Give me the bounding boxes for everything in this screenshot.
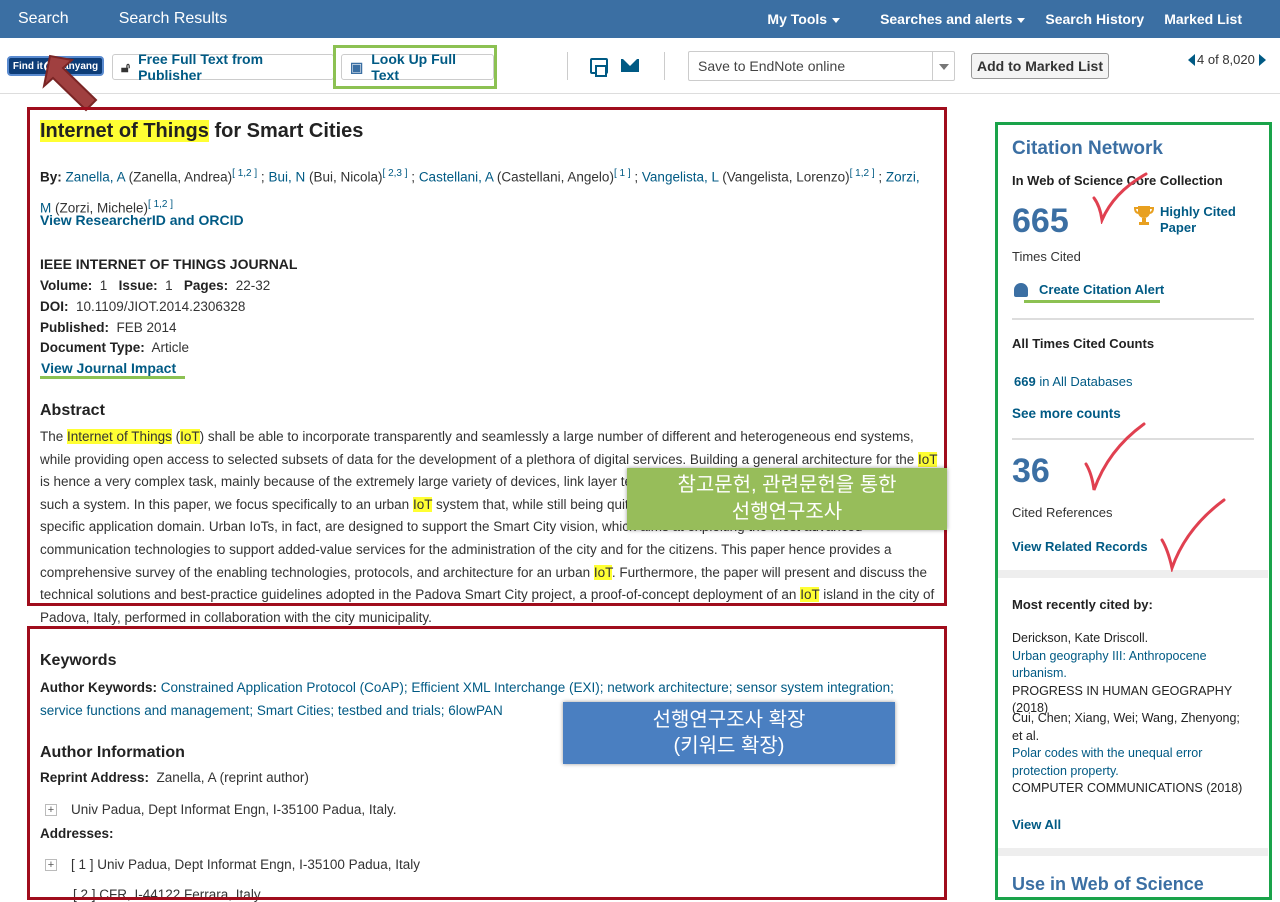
checkmark-icon — [1084, 422, 1146, 491]
toolbar-divider — [664, 52, 665, 80]
nav-my-tools-label: My Tools — [767, 11, 828, 27]
cited-references-label: Cited References — [1012, 505, 1113, 520]
all-databases-label: in All Databases — [1035, 374, 1133, 389]
top-navigation-bar: Search Search Results My Tools Searches … — [0, 0, 1280, 38]
create-alert-label: Create Citation Alert — [1039, 282, 1165, 297]
view-related-records-link[interactable]: View Related Records — [1012, 539, 1148, 554]
look-up-full-text-button[interactable]: ▣ Look Up Full Text — [341, 51, 494, 83]
record-pager: 4 of 8,020 — [1188, 52, 1266, 67]
citing-2-source: COMPUTER COMMUNICATIONS (2018) — [1012, 781, 1243, 795]
print-icon[interactable] — [590, 58, 608, 77]
most-recently-cited-heading: Most recently cited by: — [1012, 597, 1153, 612]
chevron-down-icon — [832, 17, 841, 23]
open-access-lock-icon: 🔓︎ — [121, 58, 131, 75]
checkmark-icon — [1160, 498, 1226, 572]
citing-1-authors: Derickson, Kate Driscoll. — [1012, 631, 1149, 645]
create-citation-alert-link[interactable]: Create Citation Alert — [1014, 282, 1164, 297]
view-all-link[interactable]: View All — [1012, 817, 1061, 832]
highly-cited-label: Highly Cited Paper — [1160, 204, 1236, 235]
cited-references-count[interactable]: 36 — [1012, 452, 1050, 491]
all-databases-link[interactable]: 669 in All Databases — [1014, 374, 1133, 389]
citing-article-1: Derickson, Kate Driscoll. Urban geograph… — [1012, 630, 1252, 718]
next-record-icon[interactable] — [1258, 53, 1266, 66]
toolbar-divider — [567, 52, 568, 80]
record-toolbar: Find it Hanyang 🔓︎ Free Full Text from P… — [0, 38, 1280, 94]
all-databases-count: 669 — [1014, 374, 1036, 389]
all-times-cited-heading: All Times Cited Counts — [1012, 336, 1155, 351]
checkmark-icon — [1092, 172, 1148, 224]
annotation-note-related-research: 참고문헌, 관련문헌을 통한 선행연구조사 — [627, 468, 947, 530]
nav-search[interactable]: Search — [18, 10, 69, 28]
lookup-icon: ▣ — [350, 58, 364, 75]
nav-right: My Tools Searches and alerts Search Hist… — [727, 0, 1242, 38]
note-line: 선행연구조사 확장 — [652, 709, 806, 731]
citing-article-2: Cui, Chen; Xiang, Wei; Wang, Zhenyong; e… — [1012, 710, 1252, 798]
nav-searches-alerts-label: Searches and alerts — [880, 11, 1013, 27]
citing-2-authors: Cui, Chen; Xiang, Wei; Wang, Zhenyong; e… — [1012, 711, 1240, 743]
citation-network-title: Citation Network — [1012, 138, 1163, 159]
nav-search-results[interactable]: Search Results — [119, 10, 228, 28]
note-line: 참고문헌, 관련문헌을 통한 — [677, 474, 897, 496]
nav-marked-list[interactable]: Marked List — [1164, 11, 1242, 27]
endnote-selected-value: Save to EndNote online — [698, 58, 846, 74]
annotation-green-underline — [1024, 300, 1160, 303]
nav-search-history[interactable]: Search History — [1045, 11, 1144, 27]
previous-record-icon[interactable] — [1188, 53, 1195, 66]
free-full-text-button[interactable]: 🔓︎ Free Full Text from Publisher — [112, 51, 334, 83]
divider — [1012, 318, 1254, 320]
pager-current: 4 — [1197, 52, 1205, 67]
chevron-down-icon — [1017, 17, 1026, 23]
section-separator — [998, 848, 1268, 856]
annotation-arrow-icon — [42, 54, 98, 112]
save-to-endnote-select[interactable]: Save to EndNote online — [688, 51, 955, 81]
pager-of: of — [1207, 52, 1219, 67]
note-line: (키워드 확장) — [673, 735, 785, 757]
citing-1-title-link[interactable]: Urban geography III: Anthropocene urbani… — [1012, 649, 1207, 681]
chevron-down-icon[interactable] — [932, 52, 954, 80]
nav-searches-alerts[interactable]: Searches and alerts — [860, 11, 1026, 27]
note-line: 선행연구조사 — [731, 501, 843, 523]
nav-my-tools[interactable]: My Tools — [747, 11, 841, 27]
see-more-counts-link[interactable]: See more counts — [1012, 406, 1121, 421]
annotation-note-keyword-expansion: 선행연구조사 확장 (키워드 확장) — [563, 702, 895, 764]
free-full-text-label: Free Full Text from Publisher — [138, 51, 264, 83]
add-to-marked-list-button[interactable]: Add to Marked List — [971, 53, 1109, 79]
use-in-wos-heading: Use in Web of Science — [1012, 874, 1204, 894]
citation-network-panel: Citation Network In Web of Science Core … — [998, 124, 1268, 900]
nav-left: Search Search Results — [18, 0, 277, 38]
bell-icon — [1014, 282, 1028, 297]
pager-total: 8,020 — [1222, 52, 1255, 67]
citing-2-title-link[interactable]: Polar codes with the unequal error prote… — [1012, 746, 1202, 778]
times-cited-count[interactable]: 665 — [1012, 202, 1069, 241]
times-cited-label: Times Cited — [1012, 249, 1081, 264]
email-icon[interactable] — [621, 59, 639, 72]
look-up-full-text-label: Look Up Full Text — [371, 51, 456, 83]
annotation-red-frame-bibliographic — [27, 107, 947, 606]
find-it-label: Find it — [12, 60, 43, 72]
